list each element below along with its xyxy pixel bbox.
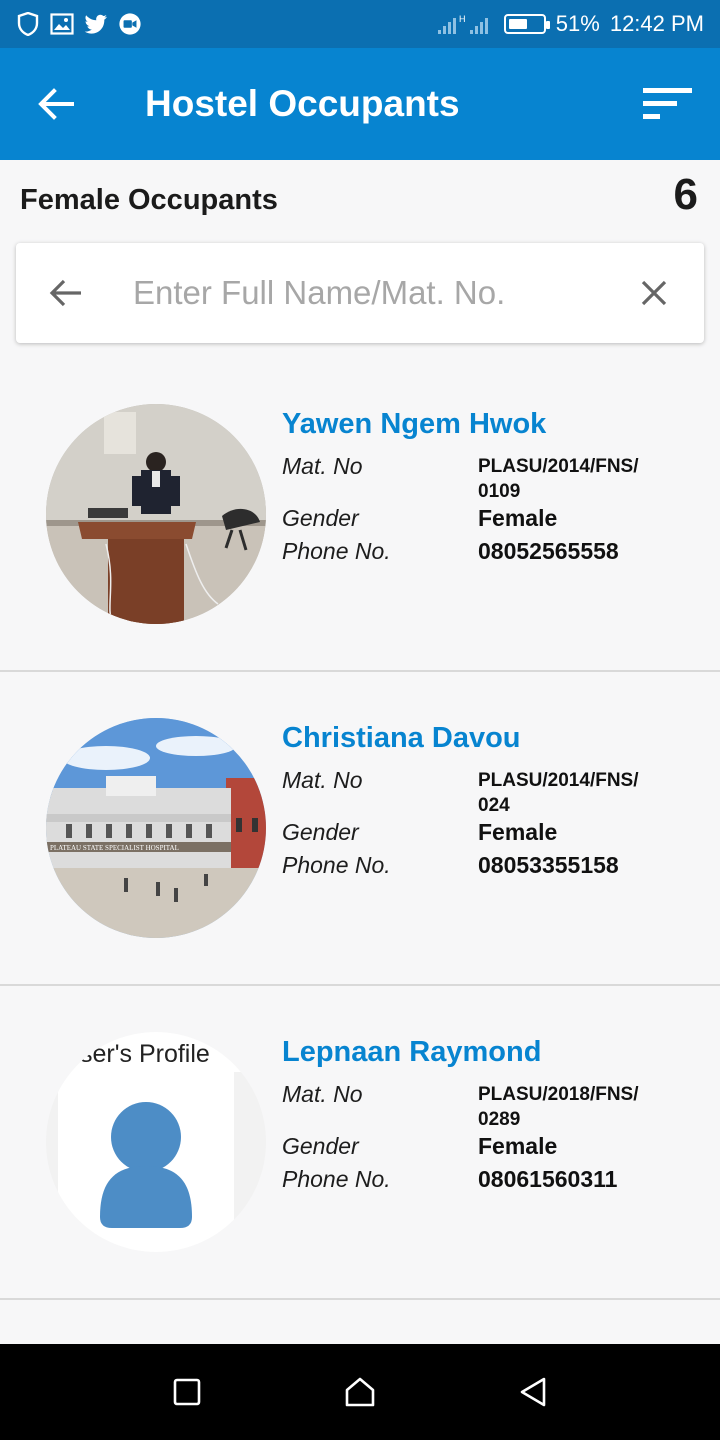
occupant-name[interactable]: Christiana Davou (282, 722, 521, 755)
recent-apps-button[interactable] (147, 1352, 227, 1432)
home-button[interactable] (320, 1352, 400, 1432)
phone-value[interactable]: 08053355158 (478, 852, 619, 879)
mat-no-line-2: 0109 (478, 481, 521, 502)
mat-no-label: Mat. No (282, 1081, 363, 1107)
page-title: Hostel Occupants (145, 83, 460, 124)
mat-no-label: Mat. No (282, 767, 363, 793)
occupant-row[interactable]: ser's Profile Lepnaan Raymond Mat. No PL… (0, 986, 720, 1300)
profile-caption: ser's Profile (80, 1040, 210, 1068)
back-nav-button[interactable] (493, 1352, 573, 1432)
status-bar: H 51% 12:42 PM (0, 0, 720, 48)
occupant-row[interactable]: Yawen Ngem Hwok Mat. No PLASU/2014/FNS/0… (0, 358, 720, 672)
search-input[interactable] (133, 274, 604, 312)
home-icon (345, 1377, 375, 1407)
section-header: Female Occupants 6 (0, 160, 720, 242)
search-box (16, 243, 704, 343)
video-call-icon (118, 12, 142, 36)
mat-no-label: Mat. No (282, 453, 363, 479)
close-icon (641, 280, 667, 306)
search-back-button[interactable] (16, 243, 116, 343)
mat-no-line-2: 024 (478, 795, 510, 816)
mat-no-line-2: 0289 (478, 1109, 521, 1130)
mat-no-value: PLASU/2018/FNS/0289 (478, 1082, 678, 1132)
triangle-back-icon (521, 1377, 546, 1407)
mat-no-line-1: PLASU/2014/FNS/ (478, 456, 639, 477)
mat-no-line-1: PLASU/2018/FNS/ (478, 1084, 639, 1105)
clear-search-button[interactable] (604, 243, 704, 343)
section-title: Female Occupants (20, 183, 278, 216)
occupant-row[interactable]: PLATEAU STATE SPECIALIST HOSPITAL Christ… (0, 672, 720, 986)
filter-button[interactable] (616, 48, 720, 160)
gender-value: Female (478, 505, 558, 531)
gender-value: Female (478, 1133, 558, 1159)
hospital-sign-text: PLATEAU STATE SPECIALIST HOSPITAL (50, 844, 179, 852)
occupant-list: Yawen Ngem Hwok Mat. No PLASU/2014/FNS/0… (0, 358, 720, 1300)
occupant-name[interactable]: Yawen Ngem Hwok (282, 408, 546, 441)
clock: 12:42 PM (609, 11, 704, 36)
gender-label: Gender (282, 819, 359, 845)
system-nav-bar (0, 1344, 720, 1440)
battery-percent: 51% (555, 11, 600, 36)
mat-no-line-1: PLASU/2014/FNS/ (478, 770, 639, 791)
shield-icon (16, 12, 40, 36)
phone-value[interactable]: 08061560311 (478, 1166, 617, 1193)
square-icon (173, 1378, 200, 1406)
gallery-icon (50, 12, 74, 36)
battery-icon (503, 14, 550, 34)
gender-value: Female (478, 819, 558, 845)
phone-label: Phone No. (282, 852, 391, 878)
svg-text:H: H (459, 14, 466, 24)
phone-value[interactable]: 08052565558 (478, 538, 619, 565)
back-button[interactable] (0, 48, 112, 160)
gender-label: Gender (282, 505, 359, 531)
gender-label: Gender (282, 1133, 359, 1159)
filter-icon (643, 88, 692, 119)
avatar: PLATEAU STATE SPECIALIST HOSPITAL (46, 718, 266, 938)
signal-icon: H (437, 12, 494, 36)
mat-no-value: PLASU/2014/FNS/0109 (478, 454, 678, 504)
phone-label: Phone No. (282, 538, 391, 564)
app-bar: Hostel Occupants (0, 48, 720, 160)
arrow-left-icon (49, 279, 81, 307)
mat-no-value: PLASU/2014/FNS/024 (478, 768, 678, 818)
occupant-name[interactable]: Lepnaan Raymond (282, 1036, 541, 1069)
phone-label: Phone No. (282, 1166, 391, 1192)
arrow-left-icon (38, 88, 74, 120)
occupant-count: 6 (673, 170, 698, 219)
avatar: ser's Profile (46, 1032, 266, 1252)
twitter-icon (84, 12, 108, 36)
avatar (46, 404, 266, 624)
